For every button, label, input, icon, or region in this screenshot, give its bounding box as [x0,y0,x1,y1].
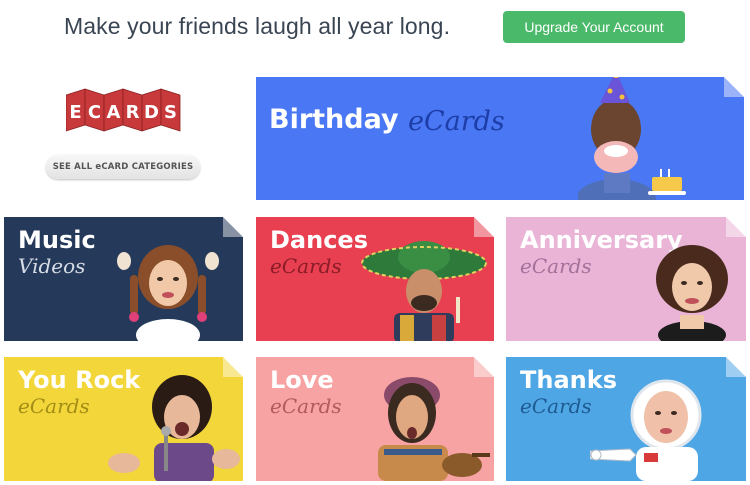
you-rock-character [108,375,240,481]
page-fold [474,217,494,237]
card-title: Birthday [269,104,399,135]
card-subtitle: eCards [408,106,505,137]
card-subtitle: eCards [520,254,592,278]
anniversary-character [656,245,728,341]
card-music-videos[interactable]: Music Videos [4,217,243,341]
logo-letter: S [164,102,177,123]
card-anniversary[interactable]: Anniversary eCards [506,217,746,341]
birthday-character [578,77,686,200]
music-character [117,245,219,341]
logo-letter: E [69,102,81,123]
card-love[interactable]: Love eCards [256,357,494,481]
dances-character [361,241,487,341]
logo-letter: C [88,102,101,123]
logo-letter: A [107,102,121,123]
card-title: Music [18,226,96,254]
card-title: Dances [270,226,368,254]
card-subtitle: eCards [270,254,342,278]
card-subtitle: Videos [18,254,86,278]
logo-letter: R [126,102,140,123]
upgrade-account-button[interactable]: Upgrade Your Account [503,11,685,43]
page-fold [724,77,744,97]
thanks-character [590,379,702,481]
card-thanks[interactable]: Thanks eCards [506,357,746,481]
card-subtitle: eCards [18,394,90,418]
page-tagline: Make your friends laugh all year long. [64,13,451,39]
card-birthday[interactable]: Birthday eCards [256,77,744,200]
card-title: Love [270,366,334,394]
logo-letter: D [144,102,159,123]
page-fold [726,217,746,237]
see-all-categories-button[interactable]: SEE ALL eCARD CATEGORIES [46,155,200,179]
card-subtitle: eCards [520,394,592,418]
card-subtitle: eCards [270,394,342,418]
ecards-logo[interactable]: ECARDS [66,86,182,134]
page-fold [223,217,243,237]
card-dances[interactable]: Dances eCards [256,217,494,341]
card-you-rock[interactable]: You Rock eCards [4,357,243,481]
love-character [378,377,490,481]
